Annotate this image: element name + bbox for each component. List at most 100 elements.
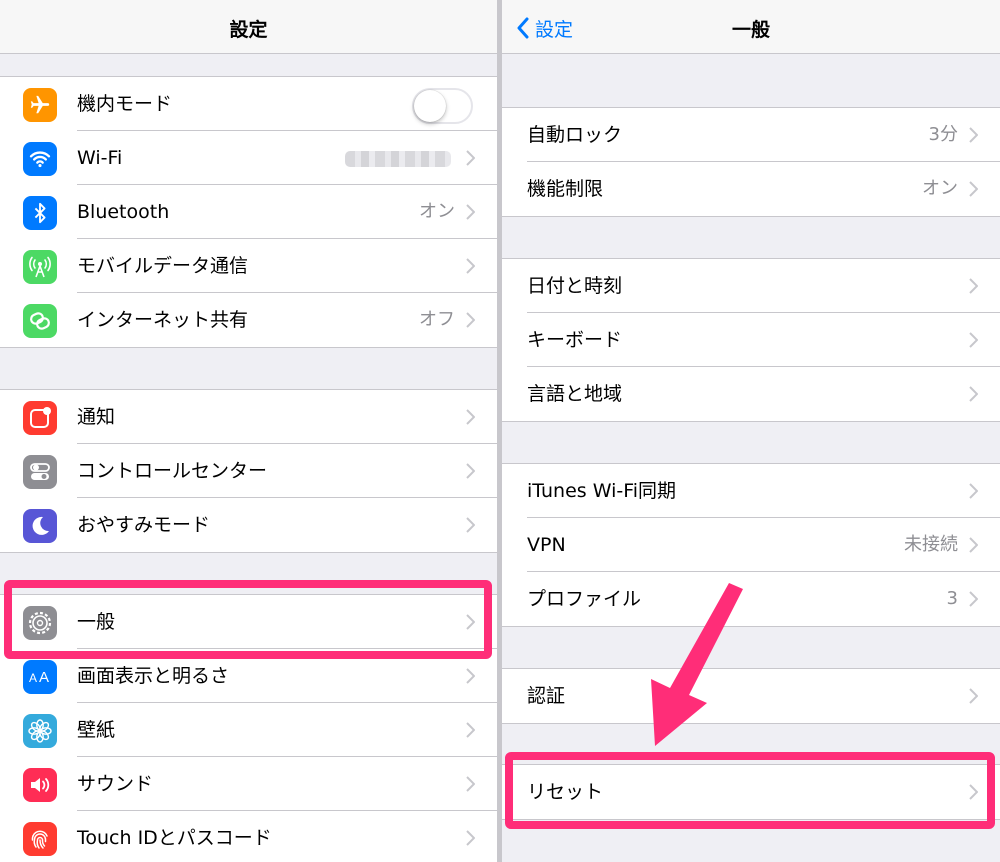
settings-row-label: おやすみモード xyxy=(77,514,211,536)
settings-row-mobile-data[interactable]: モバイルデータ通信 xyxy=(0,239,497,293)
general-navbar: 設定 一般 xyxy=(502,0,1000,54)
settings-row-sounds[interactable]: サウンド xyxy=(0,757,497,811)
chevron-right-icon xyxy=(969,386,978,402)
settings-row-general[interactable]: 一般 xyxy=(0,595,497,649)
settings-row-label: Touch IDとパスコード xyxy=(77,827,272,849)
general-row-auto-lock[interactable]: 自動ロック 3分 xyxy=(502,108,1000,162)
settings-row-label: 壁紙 xyxy=(77,719,116,741)
settings-group-connectivity: 機内モード Wi-Fi Bluetooth オン モバイルデータ通信 インターネ… xyxy=(0,76,497,348)
settings-row-label: Bluetooth xyxy=(77,201,170,223)
general-row-vpn[interactable]: VPN 未接続 xyxy=(502,518,1000,572)
general-row-label: プロファイル xyxy=(527,588,642,610)
general-row-label: キーボード xyxy=(527,329,623,351)
settings-group-general: 一般 AA 画面表示と明るさ 壁紙 サウンド Touch IDとパスコード xyxy=(0,594,497,862)
chevron-right-icon xyxy=(466,312,475,328)
page-title: 設定 xyxy=(229,19,268,41)
moon-icon xyxy=(23,509,57,543)
settings-row-label: 機内モード xyxy=(77,93,173,115)
svg-text:A: A xyxy=(39,669,49,686)
general-group-reset: リセット xyxy=(502,764,1000,820)
chevron-right-icon xyxy=(466,830,475,846)
general-row-reset[interactable]: リセット xyxy=(502,765,1000,819)
settings-row-value: オン xyxy=(419,201,455,222)
settings-row-label: モバイルデータ通信 xyxy=(77,255,249,277)
settings-row-bluetooth[interactable]: Bluetooth オン xyxy=(0,185,497,239)
settings-row-label: Wi-Fi xyxy=(77,147,123,169)
general-panel: 設定 一般 自動ロック 3分 機能制限 オン 日付と時刻 キーボード 言語と地域… xyxy=(502,0,1000,862)
settings-row-display-brightness[interactable]: AA 画面表示と明るさ xyxy=(0,649,497,703)
chevron-right-icon xyxy=(969,591,978,607)
general-row-value: 未接続 xyxy=(904,534,958,555)
settings-row-label: コントロールセンター xyxy=(77,460,268,482)
chevron-right-icon xyxy=(466,204,475,220)
text-size-icon: AA xyxy=(23,660,57,694)
general-row-value: 3 xyxy=(946,588,958,609)
general-row-itunes-wifi-sync[interactable]: iTunes Wi-Fi同期 xyxy=(502,464,1000,518)
page-title: 一般 xyxy=(731,19,770,41)
flower-wallpaper-icon xyxy=(23,714,57,748)
chevron-right-icon xyxy=(969,332,978,348)
general-group-network: iTunes Wi-Fi同期 VPN 未接続 プロファイル 3 xyxy=(502,463,1000,627)
settings-row-airplane-mode[interactable]: 機内モード xyxy=(0,77,497,131)
chevron-right-icon xyxy=(466,150,475,166)
chevron-right-icon xyxy=(466,517,475,533)
settings-navbar: 設定 xyxy=(0,0,497,54)
chevron-right-icon xyxy=(466,409,475,425)
general-group-certification: 認証 xyxy=(502,668,1000,724)
chevron-right-icon xyxy=(466,258,475,274)
airplane-mode-toggle[interactable] xyxy=(412,88,473,124)
settings-row-label: 通知 xyxy=(77,406,116,428)
settings-row-label: 画面表示と明るさ xyxy=(77,665,230,687)
toggle-knob xyxy=(414,90,446,122)
bluetooth-icon xyxy=(23,196,57,230)
general-row-keyboard[interactable]: キーボード xyxy=(502,313,1000,367)
chevron-right-icon xyxy=(969,688,978,704)
general-row-profiles[interactable]: プロファイル 3 xyxy=(502,572,1000,626)
chevron-right-icon xyxy=(969,784,978,800)
wifi-icon xyxy=(23,142,57,176)
cellular-antenna-icon xyxy=(23,250,57,284)
general-row-label: VPN xyxy=(527,534,566,556)
settings-row-do-not-disturb[interactable]: おやすみモード xyxy=(0,498,497,552)
settings-row-touch-id[interactable]: Touch IDとパスコード xyxy=(0,811,497,862)
settings-row-label: 一般 xyxy=(77,611,116,633)
general-row-language-region[interactable]: 言語と地域 xyxy=(502,367,1000,421)
settings-row-wifi[interactable]: Wi-Fi xyxy=(0,131,497,185)
general-group-lock: 自動ロック 3分 機能制限 オン xyxy=(502,107,1000,217)
chevron-right-icon xyxy=(969,181,978,197)
settings-row-label: インターネット共有 xyxy=(77,309,249,331)
general-row-value: 3分 xyxy=(928,124,958,145)
general-row-restrictions[interactable]: 機能制限 オン xyxy=(502,162,1000,216)
general-row-label: iTunes Wi-Fi同期 xyxy=(527,480,677,502)
airplane-icon xyxy=(23,88,57,122)
general-row-label: 機能制限 xyxy=(527,178,604,200)
general-row-certification[interactable]: 認証 xyxy=(502,669,1000,723)
chevron-right-icon xyxy=(969,278,978,294)
settings-row-label: サウンド xyxy=(77,773,154,795)
settings-row-wallpaper[interactable]: 壁紙 xyxy=(0,703,497,757)
chevron-right-icon xyxy=(466,722,475,738)
settings-panel: 設定 機内モード Wi-Fi Bluetooth オン モバイルデータ通信 イン… xyxy=(0,0,497,862)
settings-row-hotspot[interactable]: インターネット共有 オフ xyxy=(0,293,497,347)
notifications-icon xyxy=(23,401,57,435)
general-row-label: 自動ロック xyxy=(527,124,623,146)
general-group-locale: 日付と時刻 キーボード 言語と地域 xyxy=(502,258,1000,422)
settings-row-notifications[interactable]: 通知 xyxy=(0,390,497,444)
settings-row-control-center[interactable]: コントロールセンター xyxy=(0,444,497,498)
control-center-icon xyxy=(23,455,57,489)
chevron-right-icon xyxy=(466,463,475,479)
chevron-right-icon xyxy=(466,614,475,630)
chevron-right-icon xyxy=(466,668,475,684)
general-row-value: オン xyxy=(922,178,958,199)
general-row-date-time[interactable]: 日付と時刻 xyxy=(502,259,1000,313)
general-row-label: リセット xyxy=(527,781,604,803)
blurred-network-name xyxy=(345,151,451,167)
speaker-icon xyxy=(23,768,57,802)
general-row-label: 日付と時刻 xyxy=(527,275,623,297)
gear-icon xyxy=(23,606,57,640)
fingerprint-icon xyxy=(23,822,57,856)
chevron-right-icon xyxy=(969,537,978,553)
general-row-label: 言語と地域 xyxy=(527,383,623,405)
svg-text:A: A xyxy=(29,671,37,685)
settings-group-notifications: 通知 コントロールセンター おやすみモード xyxy=(0,389,497,553)
